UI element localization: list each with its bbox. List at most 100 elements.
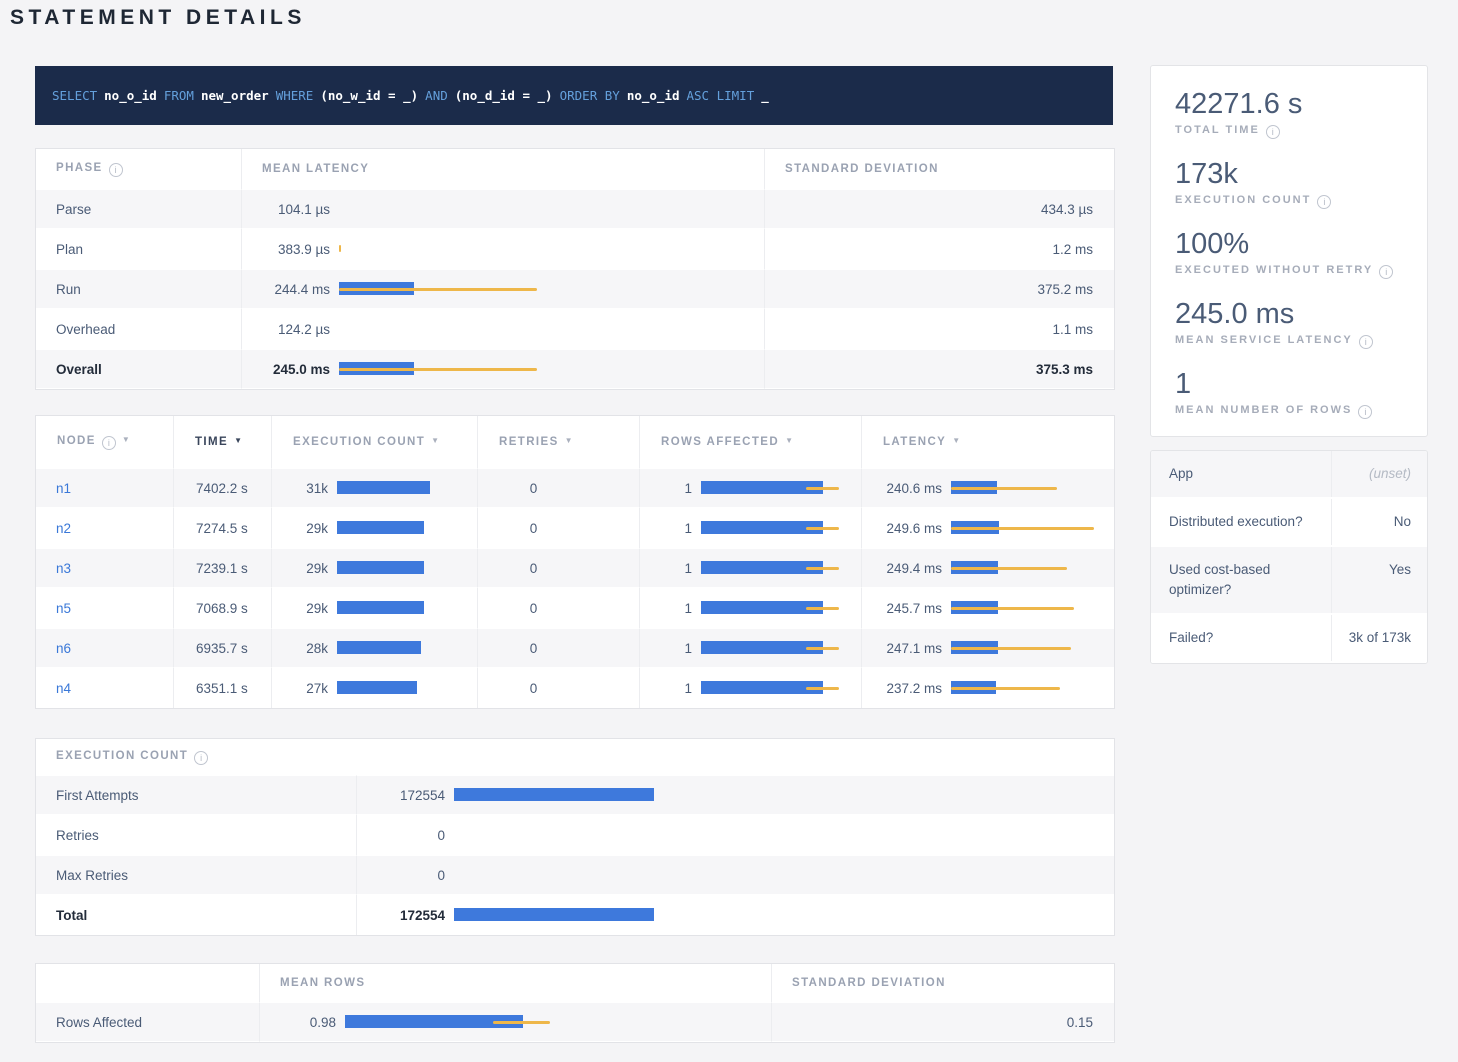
- stddev-value: 1.2 ms: [764, 229, 1114, 269]
- info-icon[interactable]: i: [1358, 405, 1372, 419]
- summary-executed-without-retry: 100% EXECUTED WITHOUT RETRYi: [1175, 228, 1403, 279]
- node-link[interactable]: n1: [56, 481, 71, 496]
- info-icon[interactable]: i: [1266, 125, 1280, 139]
- retries-value: 0: [477, 468, 639, 508]
- exec-row-value: 172554: [357, 908, 445, 923]
- summary-label: EXECUTED WITHOUT RETRY: [1175, 264, 1373, 276]
- node-link[interactable]: n2: [56, 521, 71, 536]
- sql-token: FROM: [164, 88, 194, 103]
- node-link[interactable]: n3: [56, 561, 71, 576]
- detail-value: 3k of 173k: [1332, 615, 1427, 661]
- latency-value: 245.7 ms: [862, 601, 942, 616]
- info-icon[interactable]: i: [1379, 265, 1393, 279]
- stddev-value: 375.3 ms: [764, 349, 1114, 389]
- info-icon[interactable]: i: [194, 751, 208, 765]
- exec-row-label: Retries: [36, 815, 356, 855]
- stddev-line: [951, 687, 1060, 690]
- exec-row-label: Total: [36, 895, 356, 935]
- info-icon[interactable]: i: [109, 163, 123, 177]
- node-column-header[interactable]: NODEi▼: [36, 416, 173, 468]
- rows-affected-bar: [701, 601, 823, 614]
- latency-column-header[interactable]: LATENCY▼: [861, 416, 1114, 468]
- summary-value: 245.0 ms: [1175, 298, 1403, 331]
- node-link[interactable]: n6: [56, 641, 71, 656]
- sql-token: (no_w_id = _): [320, 88, 418, 103]
- exec-row-value: 0: [357, 828, 445, 843]
- mean-latency-value: 124.2 µs: [242, 322, 330, 337]
- retries-value: 0: [477, 668, 639, 708]
- time-value: 6935.7 s: [173, 628, 271, 668]
- stddev-value: 1.1 ms: [764, 309, 1114, 349]
- execution-count-bar: [337, 561, 424, 574]
- info-icon[interactable]: i: [102, 436, 116, 450]
- execution-count-column-header[interactable]: EXECUTION COUNT▼: [271, 416, 477, 468]
- detail-value: No: [1332, 499, 1427, 545]
- stddev-line: [339, 368, 537, 371]
- stddev-line: [951, 487, 1057, 490]
- exec-count-bar: [454, 788, 654, 801]
- phase-label: Plan: [36, 229, 241, 269]
- exec-row-value: 172554: [357, 788, 445, 803]
- detail-label: Failed?: [1151, 615, 1332, 661]
- rows-affected-value: 1: [640, 681, 692, 696]
- retries-value: 0: [477, 588, 639, 628]
- execution-count-title: EXECUTION COUNTi: [36, 739, 1114, 775]
- execution-count-value: 31k: [272, 481, 328, 496]
- statement-sql: SELECTno_o_idFROMnew_orderWHERE(no_w_id …: [52, 88, 776, 103]
- detail-row-distributed-execution: Distributed execution? No: [1151, 499, 1427, 547]
- time-value: 7274.5 s: [173, 508, 271, 548]
- stddev-line: [951, 607, 1074, 610]
- stddev-line: [339, 245, 341, 252]
- info-icon[interactable]: i: [1359, 335, 1373, 349]
- summary-card: 42271.6 s TOTAL TIMEi 173k EXECUTION COU…: [1150, 65, 1428, 437]
- summary-total-time: 42271.6 s TOTAL TIMEi: [1175, 88, 1403, 139]
- phase-row-run: Run 244.4 ms 375.2 ms: [36, 269, 1114, 309]
- retries-column-header[interactable]: RETRIES▼: [477, 416, 639, 468]
- detail-label: Distributed execution?: [1151, 499, 1332, 545]
- exec-row-max-retries: Max Retries 0: [36, 855, 1114, 895]
- exec-row-label: Max Retries: [36, 855, 356, 895]
- time-value: 7239.1 s: [173, 548, 271, 588]
- sql-token: ASC LIMIT: [687, 88, 755, 103]
- latency-value: 247.1 ms: [862, 641, 942, 656]
- exec-row-retries: Retries 0: [36, 815, 1114, 855]
- sort-arrow-icon: ▼: [234, 436, 243, 445]
- stddev-line: [806, 687, 839, 690]
- standard-deviation-column-header: STANDARD DEVIATION: [764, 149, 1114, 189]
- rows-affected-column-header[interactable]: ROWS AFFECTED▼: [639, 416, 861, 468]
- phase-label: Overhead: [36, 309, 241, 349]
- sql-token: AND: [425, 88, 448, 103]
- execution-count-bar: [337, 481, 430, 494]
- latency-value: 240.6 ms: [862, 481, 942, 496]
- statement-sql-box: SELECTno_o_idFROMnew_orderWHERE(no_w_id …: [35, 66, 1113, 125]
- rows-affected-bar: [701, 521, 823, 534]
- summary-value: 1: [1175, 368, 1403, 401]
- rows-affected-bar: [701, 681, 823, 694]
- info-icon[interactable]: i: [1317, 195, 1331, 209]
- execution-count-value: 28k: [272, 641, 328, 656]
- execution-count-bar: [337, 681, 417, 694]
- retries-value: 0: [477, 508, 639, 548]
- summary-mean-number-of-rows: 1 MEAN NUMBER OF ROWSi: [1175, 368, 1403, 419]
- node-row: n4 6351.1 s 27k 0 1 237.2 ms: [36, 668, 1114, 708]
- node-row: n1 7402.2 s 31k 0 1 240.6 ms: [36, 468, 1114, 508]
- node-link[interactable]: n4: [56, 681, 71, 696]
- detail-label: Used cost-based optimizer?: [1151, 547, 1332, 613]
- node-link[interactable]: n5: [56, 601, 71, 616]
- rows-affected-value: 1: [640, 641, 692, 656]
- mean-latency-value: 245.0 ms: [242, 362, 330, 377]
- rows-affected-label: Rows Affected: [36, 1002, 259, 1042]
- stddev-line: [951, 567, 1067, 570]
- summary-label: TOTAL TIME: [1175, 124, 1260, 136]
- stddev-line: [806, 647, 839, 650]
- node-row: n3 7239.1 s 29k 0 1 249.4 ms: [36, 548, 1114, 588]
- phase-column-header: PHASEi: [36, 149, 241, 189]
- sql-token: no_o_id: [627, 88, 680, 103]
- node-row: n6 6935.7 s 28k 0 1 247.1 ms: [36, 628, 1114, 668]
- standard-deviation-column-header: STANDARD DEVIATION: [771, 964, 1114, 1002]
- detail-value: Yes: [1332, 547, 1427, 613]
- node-row: n2 7274.5 s 29k 0 1 249.6 ms: [36, 508, 1114, 548]
- phase-label: Parse: [36, 189, 241, 229]
- time-column-header[interactable]: TIME▼: [173, 416, 271, 468]
- mean-rows-value: 0.98: [260, 1015, 336, 1030]
